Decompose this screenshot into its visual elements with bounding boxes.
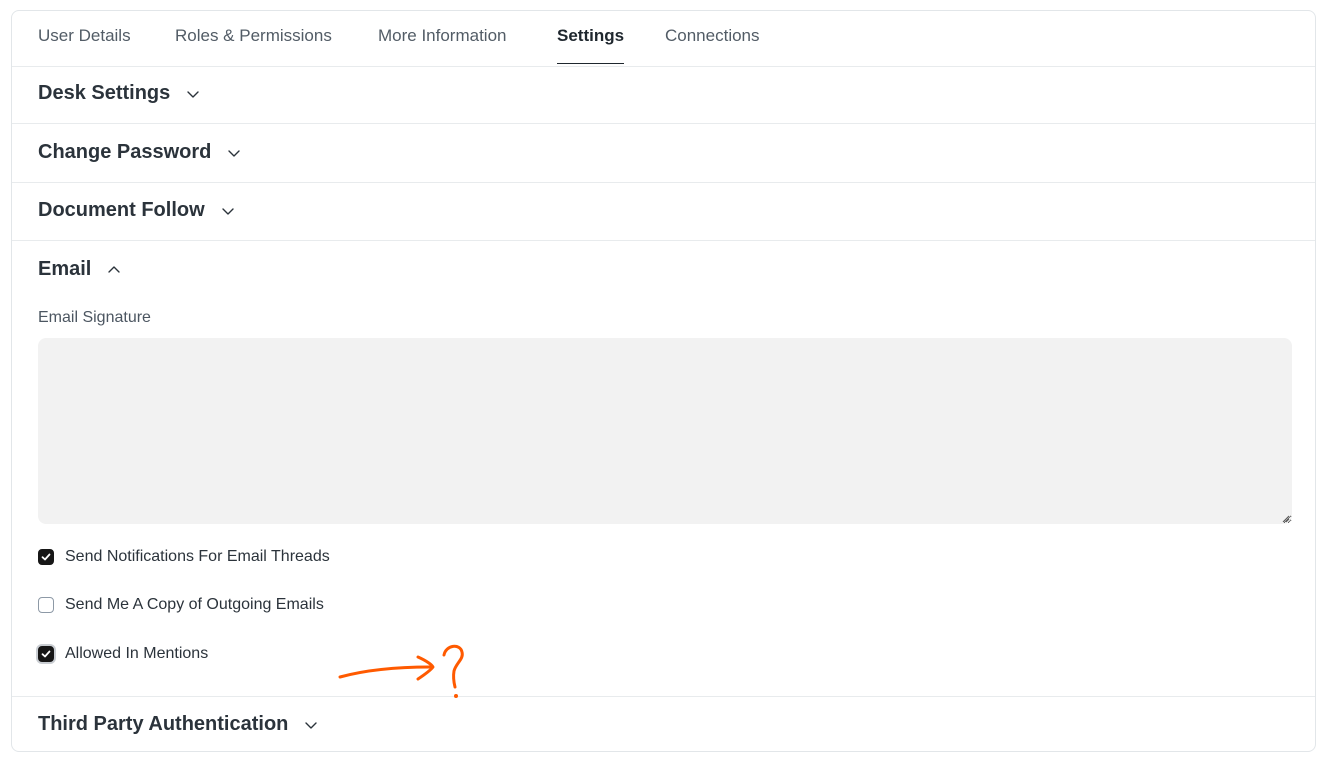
chevron-down-icon bbox=[184, 85, 202, 103]
section-third-party-auth: Third Party Authentication bbox=[12, 697, 1315, 753]
checkbox-checked[interactable] bbox=[38, 646, 54, 662]
section-document-follow: Document Follow bbox=[12, 183, 1315, 241]
user-settings-card: User Details Roles & Permissions More In… bbox=[11, 10, 1316, 752]
checkbox-label: Send Notifications For Email Threads bbox=[65, 548, 330, 565]
resize-grip-icon[interactable] bbox=[1280, 513, 1290, 523]
change-password-header[interactable]: Change Password bbox=[38, 141, 243, 164]
allowed-in-mentions-checkbox-row[interactable]: Allowed In Mentions bbox=[38, 645, 208, 663]
tab-bar: User Details Roles & Permissions More In… bbox=[12, 11, 1315, 67]
check-icon bbox=[41, 553, 51, 561]
section-change-password: Change Password bbox=[12, 124, 1315, 183]
tab-user-details[interactable]: User Details bbox=[38, 26, 131, 64]
checkbox-label: Allowed In Mentions bbox=[65, 645, 209, 662]
tab-settings[interactable]: Settings bbox=[557, 26, 625, 64]
third-party-auth-header[interactable]: Third Party Authentication bbox=[38, 713, 320, 736]
section-title: Third Party Authentication bbox=[38, 713, 289, 735]
send-copy-checkbox-row[interactable]: Send Me A Copy of Outgoing Emails bbox=[38, 596, 324, 614]
annotation-arrow-question bbox=[338, 644, 464, 698]
checkbox-label: Send Me A Copy of Outgoing Emails bbox=[65, 596, 324, 613]
section-title: Change Password bbox=[38, 141, 212, 163]
chevron-down-icon bbox=[219, 202, 237, 220]
tab-more-information[interactable]: More Information bbox=[378, 26, 507, 64]
section-title: Desk Settings bbox=[38, 82, 171, 104]
email-signature-label: Email Signature bbox=[38, 309, 151, 326]
checkbox-unchecked[interactable] bbox=[38, 597, 54, 613]
tab-roles-permissions[interactable]: Roles & Permissions bbox=[175, 26, 332, 64]
document-follow-header[interactable]: Document Follow bbox=[38, 199, 237, 222]
chevron-down-icon bbox=[302, 716, 320, 734]
send-notifications-checkbox-row[interactable]: Send Notifications For Email Threads bbox=[38, 548, 330, 566]
section-title: Document Follow bbox=[38, 199, 205, 221]
email-header[interactable]: Email bbox=[38, 258, 123, 281]
section-title: Email bbox=[38, 258, 92, 280]
desk-settings-header[interactable]: Desk Settings bbox=[38, 82, 202, 105]
section-desk-settings: Desk Settings bbox=[12, 66, 1315, 124]
tab-connections[interactable]: Connections bbox=[665, 26, 760, 64]
chevron-up-icon bbox=[105, 261, 123, 279]
checkbox-checked[interactable] bbox=[38, 549, 54, 565]
check-icon bbox=[41, 650, 51, 658]
chevron-down-icon bbox=[225, 144, 243, 162]
email-signature-input[interactable] bbox=[38, 338, 1292, 524]
